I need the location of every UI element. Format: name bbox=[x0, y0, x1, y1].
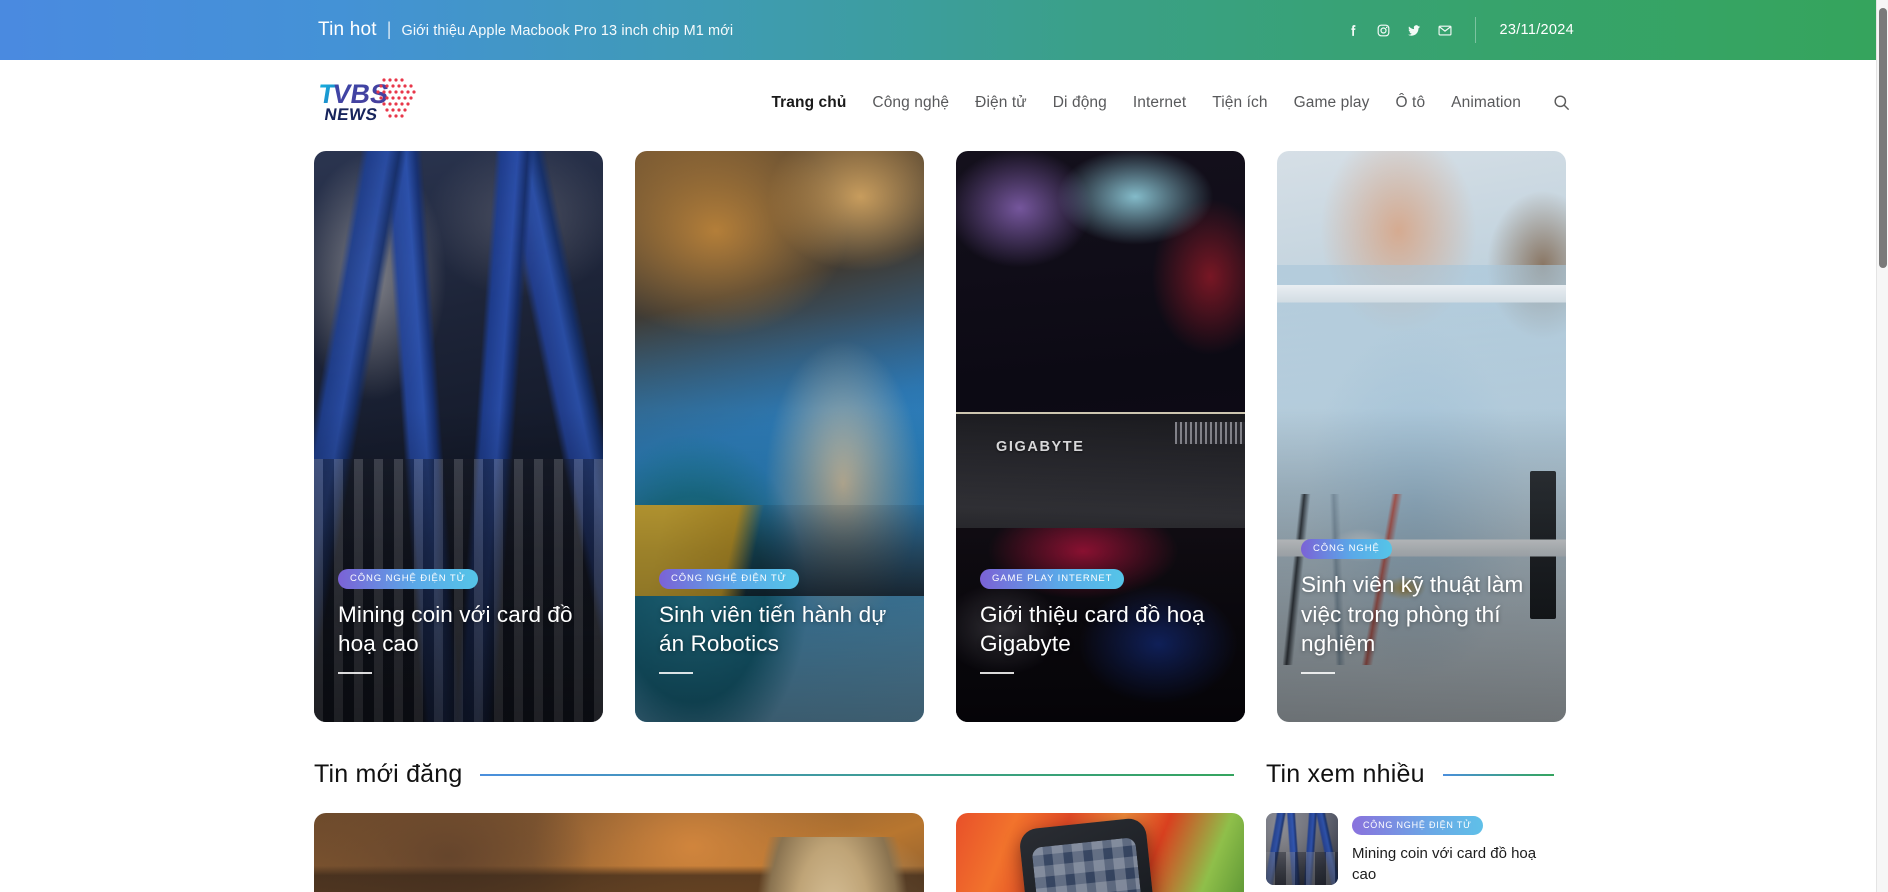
search-icon[interactable] bbox=[1548, 90, 1574, 116]
hero-title[interactable]: Giới thiệu card đồ hoạ Gigabyte bbox=[980, 600, 1225, 659]
top-bar: Tin hot | Giới thiệu Apple Macbook Pro 1… bbox=[0, 0, 1888, 60]
classroom-image bbox=[314, 813, 924, 892]
section-divider-line bbox=[480, 773, 1234, 776]
current-date: 23/11/2024 bbox=[1499, 22, 1574, 38]
list-item[interactable]: CÔNG NGHỆ ĐIỆN TỬ Mining coin với card đ… bbox=[1266, 813, 1554, 885]
site-header: T VBS NEWS Trang chủ Công nghệ Điện tử D… bbox=[0, 60, 1888, 145]
most-viewed-list: CÔNG NGHỆ ĐIỆN TỬ Mining coin với card đ… bbox=[1266, 813, 1554, 885]
hero-card-3[interactable]: GIGABYTE GAME PLAY INTERNET Giới thiệu c… bbox=[956, 151, 1245, 722]
hot-news-label: Tin hot bbox=[318, 19, 377, 40]
vertical-scrollbar[interactable] bbox=[1876, 0, 1888, 892]
content-sections: Tin mới đăng Tin xem nhiều CÔNG NGHỆ ĐIỆ… bbox=[314, 760, 1574, 892]
nav-item-animation[interactable]: Animation bbox=[1438, 94, 1534, 112]
category-badge[interactable]: CÔNG NGHỆ ĐIỆN TỬ bbox=[1352, 816, 1483, 835]
hot-news-headline[interactable]: Giới thiệu Apple Macbook Pro 13 inch chi… bbox=[401, 23, 733, 39]
latest-news-column: Tin mới đăng bbox=[314, 760, 1244, 892]
section-divider-line bbox=[1442, 773, 1554, 776]
svg-text:NEWS: NEWS bbox=[323, 105, 379, 124]
nav-item-game-play[interactable]: Game play bbox=[1281, 94, 1383, 112]
news-card-1[interactable] bbox=[314, 813, 924, 892]
most-viewed-column: Tin xem nhiều CÔNG NGHỆ ĐIỆN TỬ Mining c… bbox=[1266, 760, 1554, 892]
email-icon[interactable] bbox=[1437, 23, 1453, 38]
nav-item-di-dong[interactable]: Di động bbox=[1040, 94, 1120, 112]
category-badge[interactable]: GAME PLAY INTERNET bbox=[980, 568, 1125, 589]
category-badge[interactable]: CÔNG NGHỆ ĐIỆN TỬ bbox=[338, 568, 478, 589]
hero-title[interactable]: Mining coin với card đồ hoạ cao bbox=[338, 600, 583, 659]
section-title-latest: Tin mới đăng bbox=[314, 760, 463, 788]
nav-item-cong-nghe[interactable]: Công nghệ bbox=[859, 94, 962, 112]
nav-item-tien-ich[interactable]: Tiện ích bbox=[1199, 94, 1280, 112]
network-cables-thumb-image bbox=[1266, 813, 1338, 885]
hot-news-ticker[interactable]: Tin hot | Giới thiệu Apple Macbook Pro 1… bbox=[318, 19, 733, 41]
list-item-thumbnail bbox=[1266, 813, 1338, 885]
twitter-icon[interactable] bbox=[1406, 23, 1422, 38]
nav-item-trang-chu[interactable]: Trang chủ bbox=[758, 94, 859, 112]
latest-news-row bbox=[314, 813, 1244, 892]
hero-card-1[interactable]: CÔNG NGHỆ ĐIỆN TỬ Mining coin với card đ… bbox=[314, 151, 603, 722]
site-logo[interactable]: T VBS NEWS bbox=[314, 74, 417, 131]
iphone-image bbox=[956, 813, 1244, 892]
category-badge[interactable]: CÔNG NGHỆ bbox=[1301, 538, 1392, 559]
hero-card-4[interactable]: CÔNG NGHỆ Sinh viên kỹ thuật làm việc tr… bbox=[1277, 151, 1566, 722]
scrollbar-thumb[interactable] bbox=[1879, 8, 1887, 268]
most-viewed-header: Tin xem nhiều bbox=[1266, 760, 1554, 789]
section-title-most-viewed: Tin xem nhiều bbox=[1266, 760, 1425, 788]
facebook-icon[interactable] bbox=[1346, 23, 1361, 38]
hero-title[interactable]: Sinh viên kỹ thuật làm việc trong phòng … bbox=[1301, 570, 1546, 659]
list-item-title[interactable]: Mining coin với card đồ hoạ cao bbox=[1352, 844, 1552, 885]
news-card-2[interactable] bbox=[956, 813, 1244, 892]
title-underline bbox=[659, 672, 693, 674]
nav-item-dien-tu[interactable]: Điện tử bbox=[962, 94, 1040, 112]
hot-news-separator: | bbox=[386, 19, 392, 39]
social-links bbox=[1346, 23, 1475, 38]
nav-item-internet[interactable]: Internet bbox=[1120, 94, 1199, 112]
title-underline bbox=[1301, 672, 1335, 674]
latest-news-header: Tin mới đăng bbox=[314, 760, 1234, 789]
main-navigation: Trang chủ Công nghệ Điện tử Di động Inte… bbox=[758, 90, 1574, 116]
hero-title[interactable]: Sinh viên tiến hành dự án Robotics bbox=[659, 600, 904, 659]
hero-card-grid: CÔNG NGHỆ ĐIỆN TỬ Mining coin với card đ… bbox=[314, 151, 1574, 722]
hero-card-2[interactable]: CÔNG NGHỆ ĐIỆN TỬ Sinh viên tiến hành dự… bbox=[635, 151, 924, 722]
nav-item-o-to[interactable]: Ô tô bbox=[1382, 94, 1438, 112]
category-badge[interactable]: CÔNG NGHỆ ĐIỆN TỬ bbox=[659, 568, 799, 589]
title-underline bbox=[980, 672, 1014, 674]
title-underline bbox=[338, 672, 372, 674]
instagram-icon[interactable] bbox=[1376, 23, 1391, 38]
